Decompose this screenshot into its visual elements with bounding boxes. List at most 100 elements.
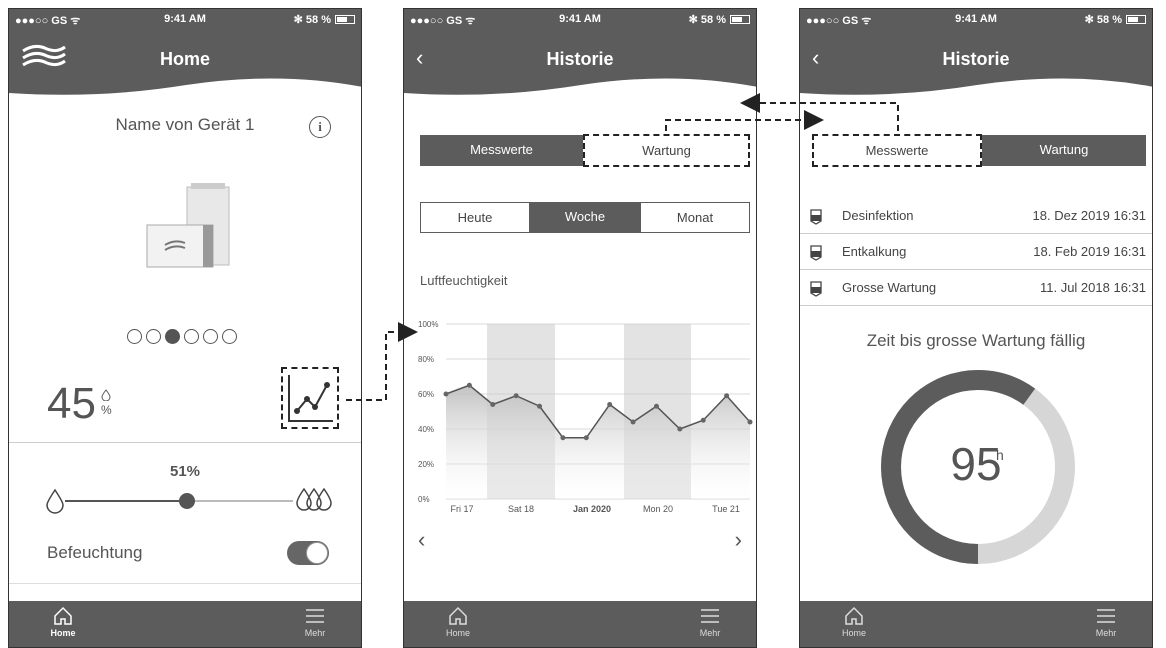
menu-icon <box>306 609 324 623</box>
tab-more-label: Mehr <box>304 628 326 638</box>
page-title: Historie <box>546 49 614 69</box>
x-tick-label: Jan 2020 <box>573 504 611 514</box>
data-point <box>700 417 706 423</box>
chart-icon <box>288 375 333 422</box>
humidity-unit-label: % <box>101 403 112 417</box>
home-icon <box>449 606 467 625</box>
range-month[interactable]: Monat <box>640 202 750 233</box>
y-tick-label: 0% <box>418 495 430 504</box>
data-point <box>443 391 449 397</box>
chart-title: Luftfeuchtigkeit <box>420 273 508 288</box>
tab-bar: Home Mehr <box>404 601 756 647</box>
y-tick-label: 60% <box>418 390 434 399</box>
tab-home-label: Home <box>445 628 470 638</box>
data-point <box>560 435 566 441</box>
status-bar: ●●●○○ GS ᯤ 9:41 AM ✻ 58 % <box>800 11 1152 29</box>
page-dot-active[interactable] <box>165 329 180 344</box>
event-name: Desinfektion <box>842 208 914 223</box>
range-today[interactable]: Heute <box>420 202 530 233</box>
humidity-unit: % <box>101 389 112 417</box>
device-tank-icon <box>808 207 824 228</box>
x-tick-label: Fri 17 <box>450 504 473 514</box>
battery-label: ✻ 58 % <box>688 14 726 26</box>
page-dot[interactable] <box>146 329 161 344</box>
chevron-left-icon[interactable]: ‹ <box>418 527 425 553</box>
humidity-chart: 0% 20% 40% 60% 80% 100% Fri 17 Sat 18 Jan 2020 Mo… <box>418 320 753 514</box>
list-item[interactable]: Entkalkung 18. Feb 2019 16:31 <box>800 234 1152 270</box>
history-maintenance-screen: ●●●○○ GS ᯤ 9:41 AM ✻ 58 % ‹ Historie Mes… <box>799 8 1153 648</box>
list-item[interactable]: Grosse Wartung 11. Jul 2018 16:31 <box>800 270 1152 306</box>
tab-measurements[interactable]: Messwerte <box>812 134 982 167</box>
event-date: 18. Dez 2019 16:31 <box>1032 208 1146 223</box>
device-image <box>137 179 247 284</box>
data-point <box>490 402 496 407</box>
tab-maintenance[interactable]: Wartung <box>583 134 750 167</box>
home-icon <box>845 606 863 625</box>
humidify-toggle[interactable] <box>287 541 329 565</box>
data-point <box>630 419 636 425</box>
menu-icon <box>701 609 719 623</box>
battery-icon <box>730 15 750 24</box>
chevron-right-icon[interactable]: › <box>735 527 742 553</box>
data-point <box>747 419 753 425</box>
y-tick-label: 40% <box>418 425 434 434</box>
tab-more[interactable]: Mehr <box>285 605 345 638</box>
tab-home-label: Home <box>50 628 76 638</box>
home-screen: ●●●○○ GS ᯤ 9:41 AM ✻ 58 % Home Name von … <box>8 8 362 648</box>
data-point <box>537 403 543 409</box>
list-item[interactable]: Desinfektion 18. Dez 2019 16:31 <box>800 198 1152 234</box>
x-tick-label: Sat 18 <box>508 504 534 514</box>
data-point <box>607 402 613 407</box>
maintenance-list: Desinfektion 18. Dez 2019 16:31 Entkalku… <box>800 198 1152 306</box>
y-tick-label: 100% <box>418 320 438 329</box>
humidity-value: 45 <box>47 379 96 428</box>
device-tank-icon <box>808 279 824 300</box>
maintenance-due-value: 95 <box>950 438 1002 490</box>
header: ●●●○○ GS ᯤ 9:41 AM ✻ 58 % ‹ Historie <box>404 9 756 104</box>
slider-track-rest <box>189 500 293 502</box>
y-tick-label: 80% <box>418 355 434 364</box>
tab-home[interactable]: Home <box>428 605 488 638</box>
tab-home[interactable]: Home <box>33 605 93 638</box>
data-point <box>724 393 730 399</box>
page-title: Historie <box>942 49 1010 69</box>
page-dot[interactable] <box>203 329 218 344</box>
tab-bar: Home Mehr <box>9 601 361 647</box>
status-bar: ●●●○○ GS ᯤ 9:41 AM ✻ 58 % <box>9 11 361 29</box>
divider <box>9 442 361 443</box>
droplet-icon <box>101 389 111 402</box>
data-point <box>653 403 659 409</box>
page-dot[interactable] <box>222 329 237 344</box>
tab-bar: Home Mehr <box>800 601 1152 647</box>
divider <box>9 583 361 584</box>
data-point <box>677 426 683 432</box>
info-icon[interactable]: i <box>309 116 331 138</box>
maintenance-due-unit: h <box>996 447 1004 463</box>
status-bar: ●●●○○ GS ᯤ 9:41 AM ✻ 58 % <box>404 11 756 29</box>
page-dot[interactable] <box>184 329 199 344</box>
history-chart-button[interactable] <box>281 367 339 429</box>
data-point <box>513 393 519 399</box>
maintenance-due-title: Zeit bis grosse Wartung fällig <box>866 331 1086 350</box>
event-date: 11. Jul 2018 16:31 <box>1039 280 1146 295</box>
menu-icon <box>1097 609 1115 623</box>
tab-home[interactable]: Home <box>824 605 884 638</box>
battery-label: ✻ 58 % <box>1084 14 1122 26</box>
battery-icon <box>1126 15 1146 24</box>
data-point <box>466 382 472 388</box>
data-point <box>583 435 589 441</box>
tab-measurements[interactable]: Messwerte <box>420 135 583 166</box>
page-dot[interactable] <box>127 329 142 344</box>
event-name: Entkalkung <box>842 244 907 259</box>
range-week[interactable]: Woche <box>530 202 640 233</box>
tab-maintenance[interactable]: Wartung <box>982 135 1146 166</box>
battery-label: ✻ 58 % <box>293 14 331 26</box>
tab-more-label: Mehr <box>699 628 721 638</box>
header: ●●●○○ GS ᯤ 9:41 AM ✻ 58 % Home <box>9 9 361 104</box>
home-icon <box>54 606 72 625</box>
tab-more[interactable]: Mehr <box>1076 605 1136 638</box>
page-title: Home <box>159 49 210 69</box>
humidity-slider-knob[interactable] <box>179 493 195 509</box>
event-date: 18. Feb 2019 16:31 <box>1033 244 1146 259</box>
tab-more[interactable]: Mehr <box>680 605 740 638</box>
